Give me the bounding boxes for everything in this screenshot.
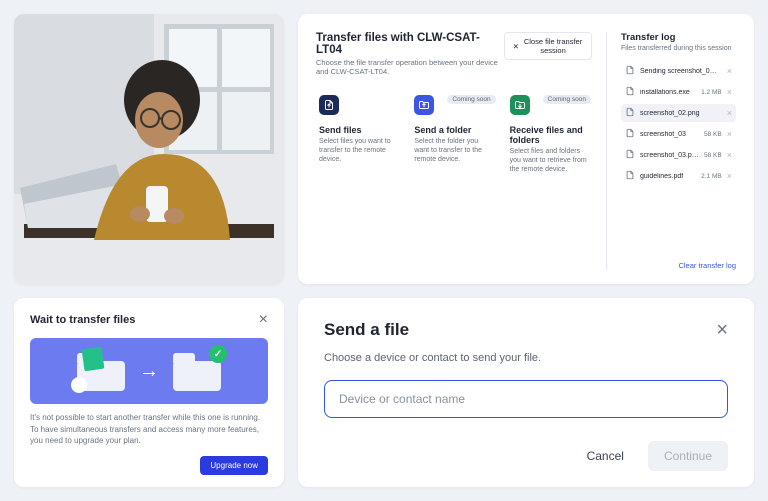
remove-log-item-icon[interactable]: × <box>727 172 732 181</box>
send-title: Send a file <box>324 320 409 340</box>
continue-button[interactable]: Continue <box>648 441 728 471</box>
log-subtitle: Files transferred during this session <box>621 45 736 52</box>
tile-send-files[interactable]: Send files Select files you want to tran… <box>316 94 401 175</box>
transfer-title: Transfer files with CLW-CSAT-LT04 <box>316 32 504 56</box>
wait-illustration: → <box>30 338 268 404</box>
tile-sub: Select files and folders you want to ret… <box>510 147 589 174</box>
file-icon <box>625 107 635 119</box>
check-icon <box>209 345 227 363</box>
tile-title: Receive files and folders <box>510 125 589 145</box>
remove-log-item-icon[interactable]: × <box>727 130 732 139</box>
log-title: Transfer log <box>621 32 736 43</box>
file-up-icon <box>319 95 339 115</box>
tile-title: Send a folder <box>414 125 493 135</box>
wait-body: It's not possible to start another trans… <box>30 412 268 446</box>
clear-log-link[interactable]: Clear transfer log <box>678 261 736 270</box>
device-or-contact-input[interactable]: Device or contact name <box>324 380 728 418</box>
log-item: Sending screenshot_01.png × <box>621 62 736 80</box>
log-item-name: screenshot_03.png <box>640 152 699 159</box>
tile-receive[interactable]: Coming soon Receive files and folders Se… <box>507 94 592 175</box>
close-session-label: Close file transfer session <box>523 37 583 55</box>
log-item: guidelines.pdf 2.1 MB × <box>621 167 736 185</box>
close-icon[interactable]: × <box>716 320 728 340</box>
remove-log-item-icon[interactable]: × <box>727 88 732 97</box>
log-item: installations.exe 1.2 MB × <box>621 83 736 101</box>
close-icon: ✕ <box>513 42 519 51</box>
tile-title: Send files <box>319 125 398 135</box>
file-icon <box>625 170 635 182</box>
log-item-name: screenshot_02.png <box>640 110 717 117</box>
log-item-meta: 1.2 MB <box>701 89 722 96</box>
transfer-log-panel: Transfer log Files transferred during th… <box>606 32 736 270</box>
remove-log-item-icon[interactable]: × <box>727 67 732 76</box>
coming-soon-badge: Coming soon <box>543 95 591 104</box>
log-item-name: guidelines.pdf <box>640 173 696 180</box>
file-icon <box>625 149 635 161</box>
log-item-meta: 58 KB <box>704 131 722 138</box>
send-subtitle: Choose a device or contact to send your … <box>324 352 728 364</box>
log-item-meta: 58 KB <box>704 152 722 159</box>
folder-source-icon <box>77 351 125 391</box>
remove-log-item-icon[interactable]: × <box>727 109 732 118</box>
photo-illustration <box>14 14 284 284</box>
log-item-name: Sending screenshot_01.png <box>640 68 717 75</box>
folder-dest-icon <box>173 351 221 391</box>
coming-soon-badge: Coming soon <box>447 95 495 104</box>
log-item: screenshot_02.png × <box>621 104 736 122</box>
tile-send-folder[interactable]: Coming soon Send a folder Select the fol… <box>411 94 496 175</box>
remove-log-item-icon[interactable]: × <box>727 151 732 160</box>
log-list: Sending screenshot_01.png×installations.… <box>621 62 736 261</box>
wait-title: Wait to transfer files <box>30 314 135 326</box>
folder-down-icon <box>510 95 530 115</box>
file-icon <box>625 128 635 140</box>
hero-photo <box>14 14 284 284</box>
tile-sub: Select files you want to transfer to the… <box>319 137 398 164</box>
file-icon <box>625 65 635 77</box>
upgrade-button[interactable]: Upgrade now <box>200 456 268 475</box>
transfer-subtitle: Choose the file transfer operation betwe… <box>316 58 504 76</box>
log-item-meta: 2.1 MB <box>701 173 722 180</box>
file-icon <box>625 86 635 98</box>
close-session-button[interactable]: ✕ Close file transfer session <box>504 32 592 60</box>
wait-dialog: Wait to transfer files × → It's not poss… <box>14 298 284 487</box>
folder-up-icon <box>414 95 434 115</box>
log-item: screenshot_03 58 KB × <box>621 125 736 143</box>
close-icon[interactable]: × <box>259 312 268 328</box>
transfer-files-panel: Transfer files with CLW-CSAT-LT04 Choose… <box>298 14 754 284</box>
log-item: screenshot_03.png 58 KB × <box>621 146 736 164</box>
arrow-right-icon: → <box>139 360 159 383</box>
log-item-name: screenshot_03 <box>640 131 699 138</box>
cancel-button[interactable]: Cancel <box>573 441 638 471</box>
log-item-name: installations.exe <box>640 89 696 96</box>
tile-sub: Select the folder you want to transfer t… <box>414 137 493 164</box>
send-file-dialog: Send a file × Choose a device or contact… <box>298 298 754 487</box>
